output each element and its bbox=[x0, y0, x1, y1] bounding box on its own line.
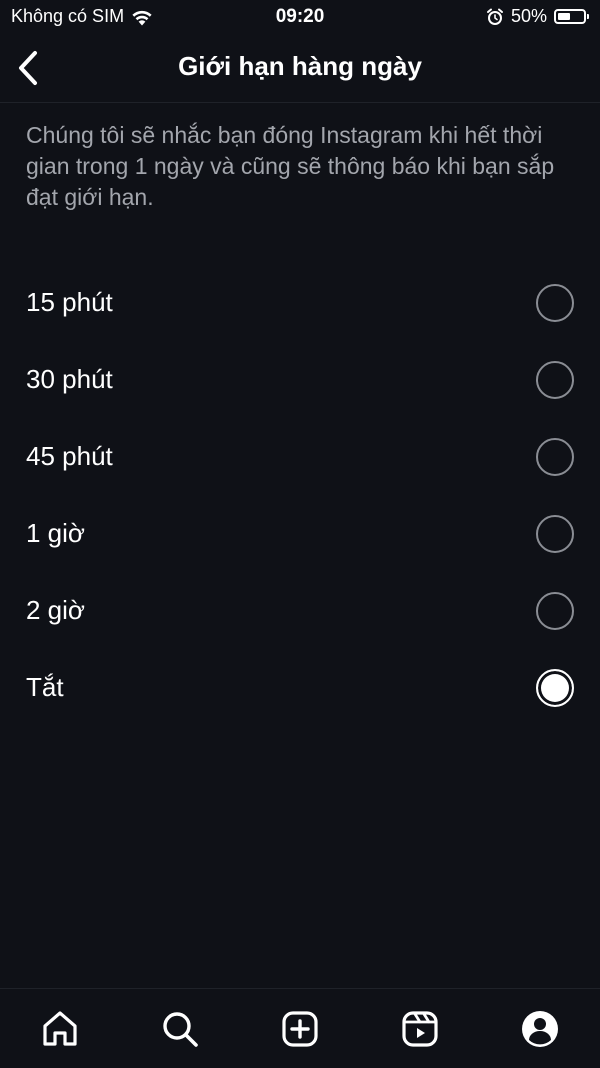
option-label: 2 giờ bbox=[26, 595, 85, 625]
radio-button[interactable] bbox=[536, 437, 574, 476]
option-15-minutes[interactable]: 15 phút bbox=[0, 264, 600, 341]
limit-options: 15 phút 30 phút 45 phút 1 giờ 2 giờ Tắt bbox=[0, 264, 600, 726]
radio-button[interactable] bbox=[536, 283, 574, 322]
battery-percent: 50% bbox=[510, 6, 547, 26]
profile-icon bbox=[522, 1011, 558, 1047]
tab-profile[interactable] bbox=[518, 1007, 562, 1051]
option-label: Tắt bbox=[26, 672, 64, 702]
page-title: Giới hạn hàng ngày bbox=[178, 51, 422, 81]
nav-header: Giới hạn hàng ngày bbox=[0, 34, 600, 103]
option-label: 45 phút bbox=[26, 441, 113, 471]
status-right: 50% bbox=[486, 6, 589, 27]
option-off[interactable]: Tắt bbox=[0, 649, 600, 726]
radio-button[interactable] bbox=[536, 591, 574, 630]
status-bar: Không có SIM 09:20 50% bbox=[0, 0, 600, 34]
option-label: 1 giờ bbox=[26, 518, 85, 548]
option-2-hours[interactable]: 2 giờ bbox=[0, 572, 600, 649]
radio-button-selected[interactable] bbox=[536, 668, 574, 707]
tab-search[interactable] bbox=[158, 1007, 202, 1051]
option-1-hour[interactable]: 1 giờ bbox=[0, 495, 600, 572]
limit-description: Chúng tôi sẽ nhắc bạn đóng Instagram khi… bbox=[26, 122, 555, 210]
reels-icon bbox=[402, 1011, 438, 1047]
tab-create[interactable] bbox=[278, 1007, 322, 1051]
create-icon bbox=[282, 1011, 318, 1047]
radio-button[interactable] bbox=[536, 514, 574, 553]
tab-home[interactable] bbox=[38, 1007, 82, 1051]
alarm-icon bbox=[486, 8, 503, 25]
tab-bar bbox=[0, 988, 600, 1068]
option-30-minutes[interactable]: 30 phút bbox=[0, 341, 600, 418]
tab-reels[interactable] bbox=[398, 1007, 442, 1051]
home-icon bbox=[43, 1011, 77, 1046]
battery-fill bbox=[558, 13, 570, 20]
option-label: 30 phút bbox=[26, 364, 113, 394]
option-label: 15 phút bbox=[26, 287, 113, 317]
search-icon bbox=[163, 1012, 198, 1047]
radio-button[interactable] bbox=[536, 360, 574, 399]
option-45-minutes[interactable]: 45 phút bbox=[0, 418, 600, 495]
battery-icon bbox=[554, 9, 589, 24]
